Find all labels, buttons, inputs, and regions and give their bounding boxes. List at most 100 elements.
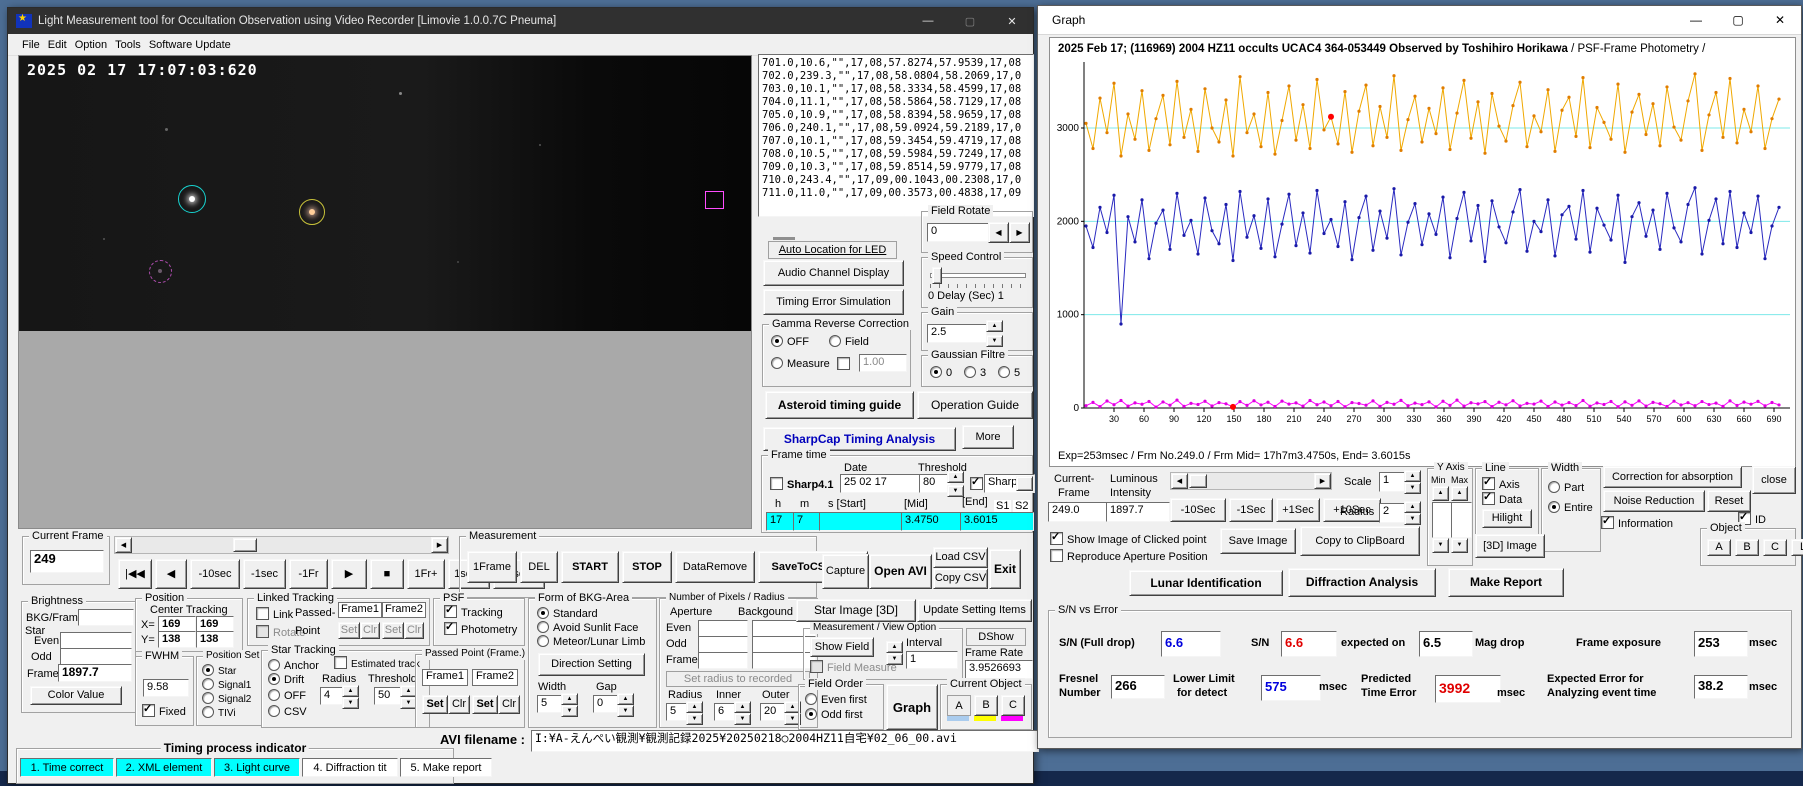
spinner-up-icon[interactable] <box>886 641 903 653</box>
lunar-identification-button[interactable]: Lunar Identification <box>1129 570 1283 596</box>
pset-signal2-radio[interactable]: Signal2 <box>202 692 251 706</box>
gamma-off-radio[interactable]: OFF <box>771 335 809 348</box>
width-spinner[interactable] <box>561 693 578 717</box>
date-field[interactable]: 25 02 17 <box>840 474 920 493</box>
timing-tab[interactable]: 4. Diffraction tit <box>302 758 398 777</box>
make-report-button[interactable]: Make Report <box>1448 568 1564 597</box>
menu-item[interactable]: Software Update <box>145 39 235 51</box>
gain-value[interactable]: 2.5 <box>927 324 987 343</box>
spinner-up-icon[interactable] <box>617 693 634 705</box>
menu-item[interactable]: Tools <box>111 39 145 51</box>
spinner-up-icon[interactable] <box>342 685 359 697</box>
spinner-up-icon[interactable] <box>734 701 751 713</box>
star-even-field[interactable] <box>60 632 132 649</box>
meteor-limb-radio[interactable]: Meteor/Lunar Limb <box>537 635 645 648</box>
gamma-field-radio[interactable]: Field <box>829 335 869 348</box>
menu-item[interactable]: File <box>18 39 44 51</box>
threshold-spinner[interactable] <box>947 471 964 497</box>
interval-field[interactable]: 1 <box>906 651 958 669</box>
video-frame[interactable]: 2025 02 17 17:07:03:620 <box>19 56 751 331</box>
spinner-down-icon[interactable] <box>986 335 1003 347</box>
st-radius-spinner[interactable] <box>342 685 359 709</box>
second-step-button[interactable]: -1Sec <box>1229 498 1273 522</box>
maximize-icon[interactable]: ▢ <box>1717 6 1759 34</box>
close-icon[interactable]: ✕ <box>991 8 1033 34</box>
pp-clr1-button[interactable]: Clr <box>448 695 470 714</box>
dshow-button[interactable]: DShow <box>966 628 1026 646</box>
tracking-checkbox[interactable]: Tracking <box>444 605 503 619</box>
transport-button[interactable]: ◀ <box>155 559 187 589</box>
graph-button[interactable]: Graph <box>886 684 938 730</box>
reset-button[interactable]: Reset <box>1707 490 1751 512</box>
gamma-measure-checkbox[interactable] <box>837 357 854 371</box>
transport-button[interactable]: -1sec <box>243 559 286 589</box>
second-step-button[interactable]: +1Sec <box>1276 498 1320 522</box>
avoid-sunlit-radio[interactable]: Avoid Sunlit Face <box>537 621 638 634</box>
hilight-button[interactable]: Hilight <box>1482 509 1532 528</box>
spinner-up-icon[interactable] <box>1404 470 1421 482</box>
information-checkbox[interactable]: Information <box>1601 516 1673 530</box>
transport-button[interactable]: ■ <box>370 559 404 589</box>
spinner-down-icon[interactable] <box>1404 513 1421 525</box>
transport-button[interactable]: -1Fr <box>289 559 328 589</box>
spinner-up-icon[interactable] <box>561 693 578 705</box>
transport-button[interactable]: -10sec <box>190 559 240 589</box>
close-graph-button[interactable]: close <box>1752 466 1796 494</box>
measurement-button[interactable]: START <box>561 551 619 583</box>
exit-button[interactable]: Exit <box>989 549 1021 589</box>
data-checkbox[interactable]: Data <box>1482 492 1522 506</box>
np-frame-ap-field[interactable] <box>698 652 748 669</box>
spinner-up-icon[interactable] <box>1404 501 1421 513</box>
lt-clr1-button[interactable]: Clr <box>360 622 380 639</box>
pset-signal1-radio[interactable]: Signal1 <box>202 678 251 692</box>
gradius-spinner[interactable] <box>1404 501 1421 525</box>
diffraction-analysis-button[interactable]: Diffraction Analysis <box>1288 568 1436 597</box>
measurement-button[interactable]: STOP <box>622 551 672 583</box>
pp-set2-button[interactable]: Set <box>472 695 498 714</box>
transport-button[interactable]: ▶ <box>331 559 367 589</box>
splitter-handle[interactable] <box>773 237 795 240</box>
load-csv-button[interactable]: Load CSV <box>933 547 988 568</box>
gaussian-3-radio[interactable]: 3 <box>964 366 986 379</box>
timing-error-sim-button[interactable]: Timing Error Simulation <box>763 289 904 315</box>
photometry-checkbox[interactable]: Photometry <box>444 622 517 636</box>
bkg-frame-field[interactable] <box>78 609 134 626</box>
rotate-left-icon[interactable] <box>988 222 1009 243</box>
show-image-checkbox[interactable]: Show Image of Clicked point <box>1050 532 1206 546</box>
transport-button[interactable]: 1Fr+ <box>407 559 445 589</box>
drift-radio[interactable]: Drift <box>268 673 304 686</box>
sn-full-field[interactable]: 6.6 <box>1161 631 1221 657</box>
start-field[interactable] <box>819 512 906 531</box>
current-frame-value[interactable]: 249 <box>30 550 104 573</box>
chevron-down-icon[interactable] <box>1016 476 1033 491</box>
y2-field[interactable]: 138 <box>196 631 234 648</box>
spinner-down-icon[interactable] <box>561 705 578 717</box>
speed-slider-thumb[interactable] <box>932 267 942 284</box>
aperture-ring-c[interactable] <box>149 260 172 283</box>
rotate-right-icon[interactable] <box>1009 222 1030 243</box>
timing-tab[interactable]: 2. XML element <box>116 758 212 777</box>
ymin-up-icon[interactable] <box>1432 486 1449 501</box>
pp-set1-button[interactable]: Set <box>422 695 448 714</box>
set-radius-button[interactable]: Set radius to recorded <box>666 671 810 687</box>
measurement-button[interactable]: 1Frame <box>467 551 517 583</box>
spinner-up-icon[interactable] <box>686 701 703 713</box>
gaussian-5-radio[interactable]: 5 <box>998 366 1020 379</box>
object-a-button[interactable]: A <box>947 695 971 716</box>
close-icon[interactable]: ✕ <box>1759 6 1801 34</box>
minimize-icon[interactable]: — <box>1675 6 1717 34</box>
ymin-down-icon[interactable] <box>1432 538 1449 553</box>
anchor-radio[interactable]: Anchor <box>268 659 319 672</box>
aperture-ring-a[interactable] <box>178 185 206 213</box>
aperture-ring-b[interactable] <box>299 199 325 225</box>
scrollbar-thumb[interactable] <box>233 538 257 552</box>
more-button[interactable]: More <box>962 425 1014 449</box>
end-field[interactable]: 3.6015 <box>960 512 1034 531</box>
scroll-left-icon[interactable] <box>1171 473 1188 489</box>
object-b-button[interactable]: B <box>974 695 998 716</box>
pp-clr2-button[interactable]: Clr <box>498 695 520 714</box>
timing-tab[interactable]: 5. Make report <box>400 758 492 777</box>
field-measure-checkbox[interactable]: Field Measure <box>810 660 897 674</box>
spinner-down-icon[interactable] <box>734 713 751 725</box>
transport-button[interactable]: |◀◀ <box>118 559 152 589</box>
